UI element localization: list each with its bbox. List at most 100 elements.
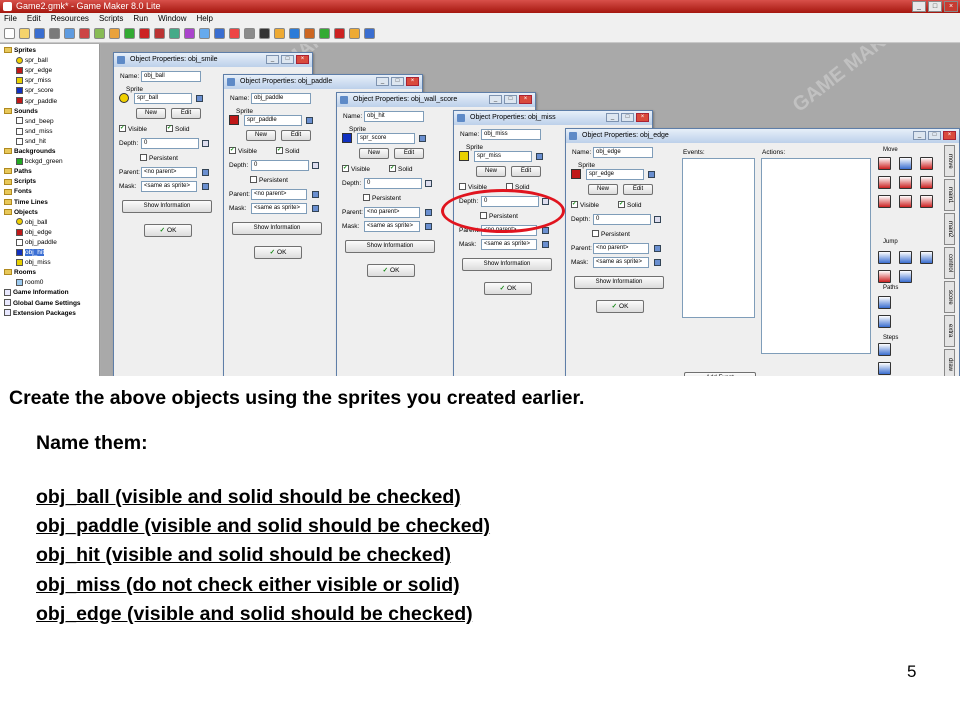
action-palette-icon[interactable] bbox=[878, 251, 891, 264]
actions-list[interactable] bbox=[761, 158, 871, 354]
action-palette-icon[interactable] bbox=[899, 195, 912, 208]
depth-field[interactable]: 0 bbox=[251, 160, 309, 171]
ok-button[interactable]: ✓ OK bbox=[144, 224, 192, 237]
show-information-button[interactable]: Show Information bbox=[462, 258, 552, 271]
tree-item[interactable]: obj_hit bbox=[16, 248, 45, 257]
show-information-button[interactable]: Show Information bbox=[345, 240, 435, 253]
edit-sprite-button[interactable]: Edit bbox=[511, 166, 541, 177]
parent-menu-icon[interactable] bbox=[654, 245, 661, 252]
minimize-button[interactable]: _ bbox=[912, 1, 926, 12]
dialog-maximize-button[interactable]: □ bbox=[504, 95, 517, 104]
edit-sprite-button[interactable]: Edit bbox=[394, 148, 424, 159]
tree-item[interactable]: Scripts bbox=[4, 177, 36, 186]
toolbar-icon[interactable] bbox=[319, 28, 330, 39]
new-sprite-button[interactable]: New bbox=[588, 184, 618, 195]
tree-item[interactable]: obj_edge bbox=[16, 228, 52, 237]
edit-sprite-button[interactable]: Edit bbox=[171, 108, 201, 119]
sprite-menu-icon[interactable] bbox=[536, 153, 543, 160]
toolbar-icon[interactable] bbox=[169, 28, 180, 39]
tree-item[interactable]: obj_ball bbox=[16, 218, 47, 227]
dialog-minimize-button[interactable]: _ bbox=[266, 55, 279, 64]
action-palette-icon[interactable] bbox=[920, 251, 933, 264]
name-field[interactable]: obj_edge bbox=[593, 147, 653, 158]
tree-item[interactable]: Time Lines bbox=[4, 198, 48, 207]
action-palette-icon[interactable] bbox=[878, 315, 891, 328]
toolbar-icon[interactable] bbox=[124, 28, 135, 39]
dialog-minimize-button[interactable]: _ bbox=[489, 95, 502, 104]
tree-item[interactable]: Sounds bbox=[4, 107, 38, 116]
tree-item[interactable]: bckgd_green bbox=[16, 157, 63, 166]
new-sprite-button[interactable]: New bbox=[246, 130, 276, 141]
name-field[interactable]: obj_paddle bbox=[251, 93, 311, 104]
tab-main1[interactable]: main1 bbox=[944, 179, 955, 211]
tree-item[interactable]: Sprites bbox=[4, 46, 36, 55]
toolbar-icon[interactable] bbox=[304, 28, 315, 39]
solid-checkbox[interactable]: ✓ Solid bbox=[389, 164, 412, 174]
action-palette-icon[interactable] bbox=[878, 296, 891, 309]
mask-menu-icon[interactable] bbox=[202, 183, 209, 190]
tree-item[interactable]: Paths bbox=[4, 167, 32, 176]
menu-scripts[interactable]: Scripts bbox=[99, 13, 123, 25]
menu-help[interactable]: Help bbox=[197, 13, 213, 25]
dialog-minimize-button[interactable]: _ bbox=[376, 77, 389, 86]
depth-spin-icon[interactable] bbox=[425, 180, 432, 187]
ok-button[interactable]: ✓ OK bbox=[484, 282, 532, 295]
toolbar-icon[interactable] bbox=[244, 28, 255, 39]
toolbar-icon[interactable] bbox=[199, 28, 210, 39]
show-information-button[interactable]: Show Information bbox=[574, 276, 664, 289]
toolbar-icon[interactable] bbox=[334, 28, 345, 39]
visible-checkbox[interactable]: ✓ Visible bbox=[229, 146, 257, 156]
dialog-close-button[interactable]: × bbox=[943, 131, 956, 140]
show-information-button[interactable]: Show Information bbox=[122, 200, 212, 213]
visible-checkbox[interactable]: ✓ Visible bbox=[571, 200, 599, 210]
ok-button[interactable]: ✓ OK bbox=[367, 264, 415, 277]
persistent-checkbox[interactable]: Persistent bbox=[250, 175, 288, 185]
new-sprite-button[interactable]: New bbox=[136, 108, 166, 119]
menu-run[interactable]: Run bbox=[133, 13, 148, 25]
action-palette-icon[interactable] bbox=[920, 195, 933, 208]
tree-item[interactable]: Global Game Settings bbox=[4, 299, 81, 308]
tree-item[interactable]: snd_beep bbox=[16, 117, 54, 126]
dialog-close-button[interactable]: × bbox=[636, 113, 649, 122]
dialog-close-button[interactable]: × bbox=[296, 55, 309, 64]
tree-item[interactable]: spr_miss bbox=[16, 76, 51, 85]
tree-item[interactable]: Fonts bbox=[4, 187, 32, 196]
name-field[interactable]: obj_hit bbox=[364, 111, 424, 122]
solid-checkbox[interactable]: ✓ Solid bbox=[618, 200, 641, 210]
action-palette-icon[interactable] bbox=[899, 251, 912, 264]
sprite-menu-icon[interactable] bbox=[419, 135, 426, 142]
action-palette-icon[interactable] bbox=[878, 157, 891, 170]
mask-menu-icon[interactable] bbox=[542, 241, 549, 248]
sprite-field[interactable]: spr_edge bbox=[586, 169, 644, 180]
tree-item[interactable]: snd_miss bbox=[16, 127, 52, 136]
menu-file[interactable]: File bbox=[4, 13, 17, 25]
dialog-minimize-button[interactable]: _ bbox=[606, 113, 619, 122]
toolbar-icon[interactable] bbox=[229, 28, 240, 39]
close-button[interactable]: × bbox=[944, 1, 958, 12]
toolbar-icon[interactable] bbox=[154, 28, 165, 39]
tree-item[interactable]: Game Information bbox=[4, 288, 69, 297]
toolbar-icon[interactable] bbox=[49, 28, 60, 39]
tree-item[interactable]: Rooms bbox=[4, 268, 36, 277]
menu-resources[interactable]: Resources bbox=[51, 13, 89, 25]
action-palette-icon[interactable] bbox=[878, 195, 891, 208]
tree-item[interactable]: obj_miss bbox=[16, 258, 51, 267]
sprite-menu-icon[interactable] bbox=[648, 171, 655, 178]
tree-item[interactable]: spr_ball bbox=[16, 56, 48, 65]
action-palette-icon[interactable] bbox=[878, 362, 891, 375]
parent-menu-icon[interactable] bbox=[425, 209, 432, 216]
depth-spin-icon[interactable] bbox=[312, 162, 319, 169]
toolbar-icon[interactable] bbox=[364, 28, 375, 39]
new-sprite-button[interactable]: New bbox=[476, 166, 506, 177]
toolbar-icon[interactable] bbox=[274, 28, 285, 39]
tree-item[interactable]: Extension Packages bbox=[4, 309, 76, 318]
name-field[interactable]: obj_ball bbox=[141, 71, 201, 82]
sprite-menu-icon[interactable] bbox=[306, 117, 313, 124]
parent-menu-icon[interactable] bbox=[312, 191, 319, 198]
toolbar-icon[interactable] bbox=[214, 28, 225, 39]
tree-item[interactable]: spr_score bbox=[16, 86, 54, 95]
sprite-field[interactable]: spr_score bbox=[357, 133, 415, 144]
toolbar-icon[interactable] bbox=[349, 28, 360, 39]
parent-field[interactable]: <no parent> bbox=[141, 167, 197, 178]
mask-field[interactable]: <same as sprite> bbox=[141, 181, 197, 192]
